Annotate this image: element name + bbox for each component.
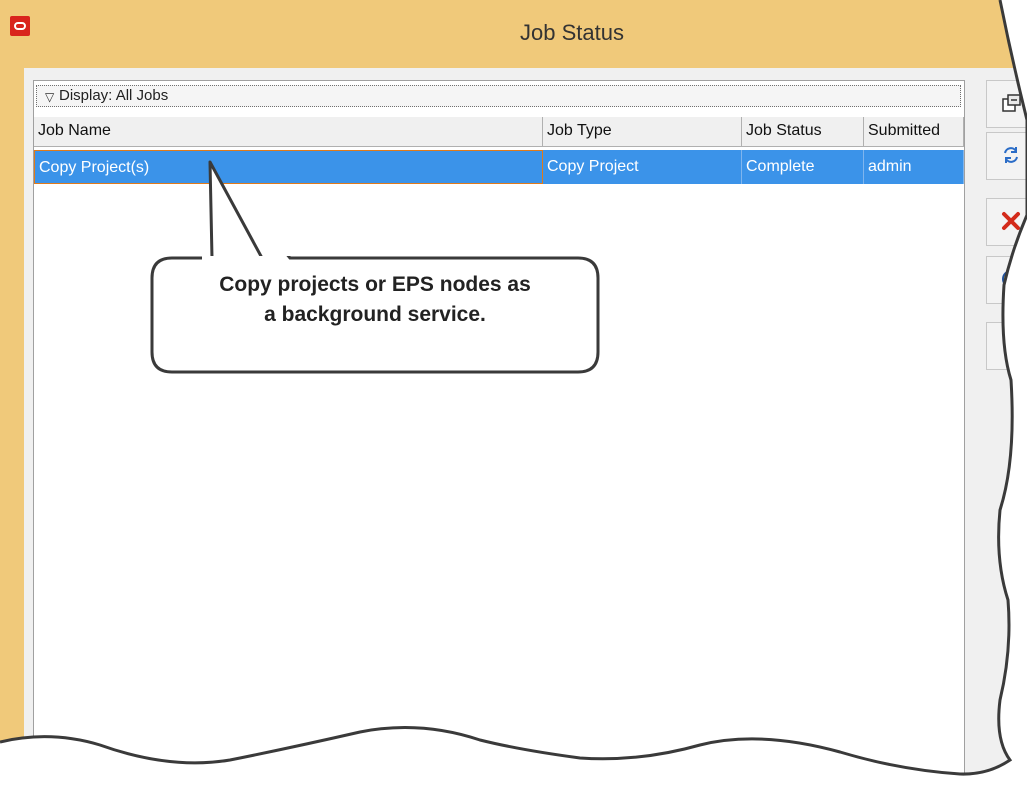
callout-text: Copy projects or EPS nodes as a backgrou… (150, 270, 600, 330)
callout-line-1: Copy projects or EPS nodes as (219, 273, 531, 296)
torn-edge-outline (0, 0, 1027, 776)
tooltip-callout: Copy projects or EPS nodes as a backgrou… (150, 256, 600, 374)
job-status-window: Job Status ▽ Display: All Jobs Job Name … (0, 0, 1027, 790)
callout-line-2: a background service. (264, 303, 486, 326)
callout-pointer (202, 160, 272, 262)
